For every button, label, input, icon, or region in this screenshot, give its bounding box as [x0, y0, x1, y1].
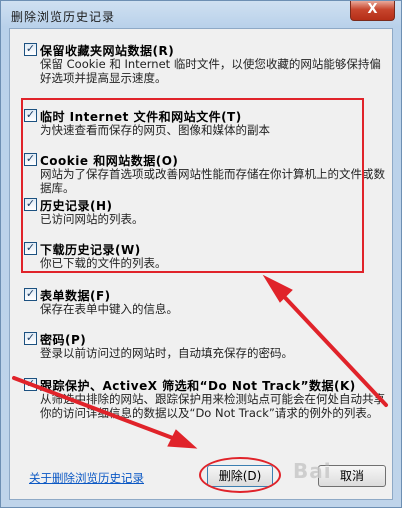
arrow-to-box-shaft [274, 286, 388, 407]
arrow-to-delete-shaft [12, 376, 180, 442]
arrow-to-delete-head [167, 429, 198, 449]
annotation-arrows [12, 274, 388, 449]
